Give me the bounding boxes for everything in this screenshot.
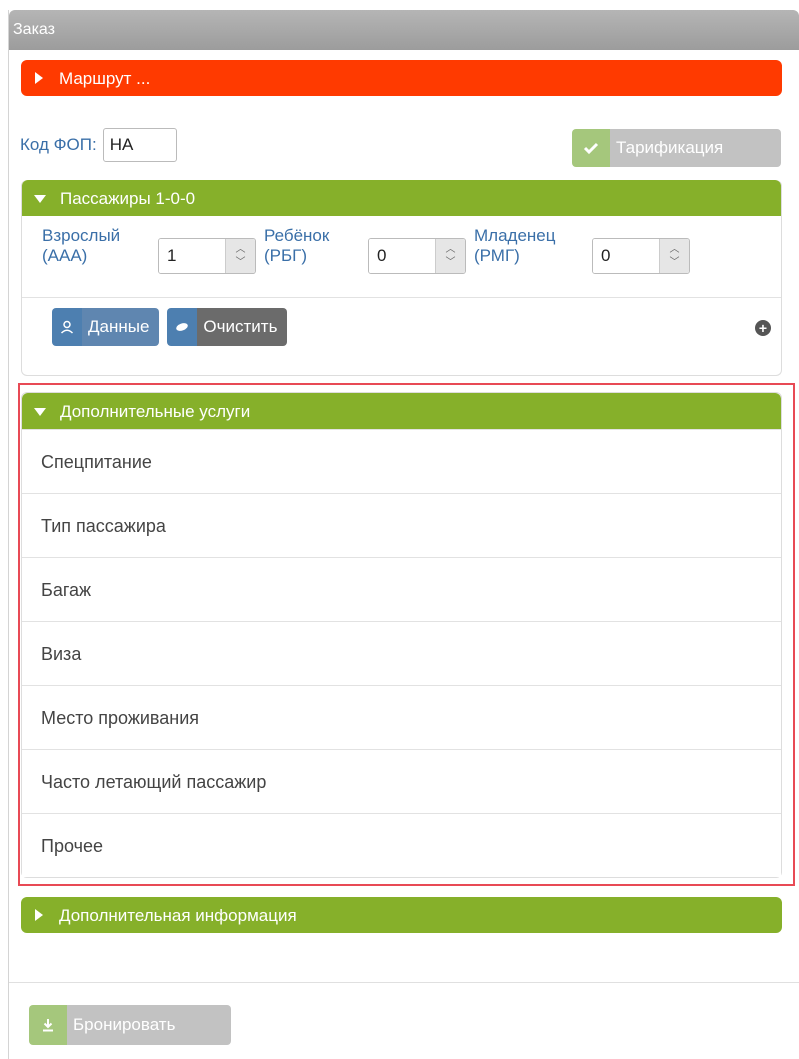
- extra-info-panel[interactable]: Дополнительная информация: [21, 897, 782, 933]
- user-icon: [52, 308, 82, 346]
- list-item[interactable]: Место проживания: [22, 685, 781, 749]
- expand-arrow-icon: [33, 906, 59, 924]
- extra-services-list: Спецпитание Тип пассажира Багаж Виза Мес…: [22, 429, 781, 877]
- adult-stepper[interactable]: 1 ︿ ﹀: [158, 238, 256, 274]
- collapse-arrow-icon: [34, 189, 60, 207]
- download-icon: [29, 1005, 67, 1045]
- add-passenger-icon[interactable]: +: [755, 320, 771, 336]
- eraser-icon: [167, 308, 198, 346]
- collapse-arrow-icon: [34, 402, 60, 420]
- child-label: Ребёнок (РБГ): [264, 226, 330, 265]
- child-count[interactable]: 0: [369, 239, 435, 273]
- passengers-title: Пассажиры 1-0-0: [60, 189, 196, 208]
- data-button[interactable]: Данные: [52, 308, 160, 346]
- infant-count[interactable]: 0: [593, 239, 659, 273]
- passengers-header[interactable]: Пассажиры 1-0-0: [22, 180, 781, 216]
- extra-info-title: Дополнительная информация: [59, 906, 297, 925]
- stepper-arrows-icon[interactable]: ︿ ﹀: [435, 239, 465, 273]
- book-button-label: Бронировать: [67, 1005, 231, 1045]
- adult-label: Взрослый (ААА): [42, 226, 121, 265]
- data-button-label: Данные: [82, 308, 160, 346]
- extra-services-title: Дополнительные услуги: [60, 402, 251, 421]
- list-item[interactable]: Багаж: [22, 557, 781, 621]
- clear-button-label: Очистить: [197, 308, 288, 346]
- book-button[interactable]: Бронировать: [29, 1005, 231, 1045]
- list-item[interactable]: Часто летающий пассажир: [22, 749, 781, 813]
- infant-label: Младенец (РМГ): [474, 226, 556, 265]
- route-header[interactable]: Маршрут ...: [21, 60, 782, 96]
- adult-field: Взрослый (ААА) 1 ︿ ﹀: [42, 226, 256, 297]
- passenger-actions: Данные Очистить +: [22, 298, 781, 346]
- clear-button[interactable]: Очистить: [167, 308, 288, 346]
- list-item[interactable]: Спецпитание: [22, 429, 781, 493]
- extra-info-header[interactable]: Дополнительная информация: [21, 897, 782, 933]
- expand-arrow-icon: [33, 69, 59, 87]
- tarification-label: Тарификация: [610, 129, 781, 167]
- extra-services-panel: Дополнительные услуги Спецпитание Тип па…: [21, 392, 782, 878]
- list-item[interactable]: Тип пассажира: [22, 493, 781, 557]
- child-stepper[interactable]: 0 ︿ ﹀: [368, 238, 466, 274]
- child-field: Ребёнок (РБГ) 0 ︿ ﹀: [264, 226, 466, 297]
- fop-label: Код ФОП:: [20, 135, 97, 154]
- passenger-count-row: Взрослый (ААА) 1 ︿ ﹀ Ребёнок (РБГ) 0 ︿ ﹀ М…: [22, 216, 781, 298]
- list-item[interactable]: Виза: [22, 621, 781, 685]
- fop-row: Код ФОП:: [20, 128, 177, 162]
- infant-field: Младенец (РМГ) 0 ︿ ﹀: [474, 226, 690, 297]
- stepper-arrows-icon[interactable]: ︿ ﹀: [225, 239, 255, 273]
- extra-services-header[interactable]: Дополнительные услуги: [22, 393, 781, 429]
- adult-count[interactable]: 1: [159, 239, 225, 273]
- passengers-panel: Пассажиры 1-0-0 Взрослый (ААА) 1 ︿ ﹀ Ребё…: [21, 180, 782, 376]
- route-panel[interactable]: Маршрут ...: [21, 60, 782, 96]
- list-item[interactable]: Прочее: [22, 813, 781, 877]
- fop-input[interactable]: [102, 128, 177, 162]
- tarification-button[interactable]: Тарификация: [572, 129, 781, 167]
- route-label: Маршрут ...: [59, 69, 151, 88]
- window-title: Заказ: [9, 10, 799, 50]
- stepper-arrows-icon[interactable]: ︿ ﹀: [659, 239, 689, 273]
- check-icon: [572, 129, 610, 167]
- divider: [9, 982, 799, 983]
- infant-stepper[interactable]: 0 ︿ ﹀: [592, 238, 690, 274]
